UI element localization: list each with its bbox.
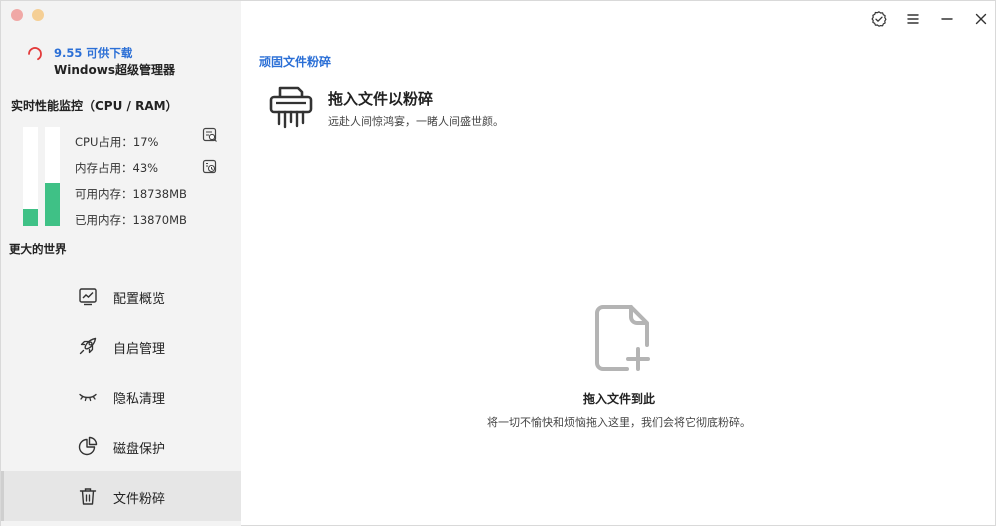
minimize-icon	[941, 18, 953, 20]
trash-icon	[79, 488, 97, 505]
header-description: 远赴人间惊鸿宴，一睹人间盛世颜。	[328, 115, 504, 128]
app-window: 9.55 可供下载 Windows超级管理器 实时性能监控（CPU / RAM）…	[0, 0, 996, 526]
nav-item-startup-manager[interactable]: 自启管理	[1, 321, 241, 371]
nav-item-label: 配置概览	[113, 292, 166, 307]
update-spinner-icon	[28, 47, 42, 61]
menu-button[interactable]	[904, 10, 922, 28]
app-name: Windows超级管理器	[54, 63, 175, 77]
verified-button[interactable]	[870, 10, 888, 28]
pie-icon	[78, 436, 98, 456]
monitor-title: 实时性能监控（CPU / RAM）	[11, 99, 178, 113]
cpu-report-icon[interactable]	[201, 126, 219, 144]
drop-zone-description: 将一切不愉快和烦恼拖入这里，我们会将它彻底粉碎。	[1, 414, 996, 430]
section-title: 顽固文件粉碎	[259, 55, 332, 69]
ram-bar	[45, 127, 60, 226]
window-controls	[11, 9, 44, 21]
cpu-usage-label: CPU占用：17%	[75, 135, 159, 149]
close-button[interactable]	[972, 10, 990, 28]
available-memory-label: 可用内存：18738MB	[75, 187, 187, 201]
verified-icon	[871, 11, 887, 27]
nav-item-file-shredder[interactable]: 文件粉碎	[1, 471, 241, 521]
window-minimize-dot[interactable]	[32, 9, 44, 21]
memory-clean-icon[interactable]	[201, 158, 219, 176]
drop-zone-title: 拖入文件到此	[1, 390, 996, 407]
active-indicator	[1, 471, 4, 521]
nav-item-label: 自启管理	[113, 342, 166, 357]
slogan: 更大的世界	[9, 242, 67, 256]
sidebar: 9.55 可供下载 Windows超级管理器 实时性能监控（CPU / RAM）…	[1, 1, 241, 526]
drop-zone-title-text: 拖入文件到此	[582, 392, 655, 406]
add-file-icon[interactable]	[593, 303, 651, 373]
drop-zone-description-text: 将一切不愉快和烦恼拖入这里，我们会将它彻底粉碎。	[487, 416, 751, 429]
nav-item-label: 文件粉碎	[113, 492, 166, 507]
ram-bar-fill	[45, 183, 60, 226]
header-title: 拖入文件以粉碎	[328, 90, 434, 108]
nav-item-label: 磁盘保护	[113, 442, 166, 457]
close-icon	[975, 13, 987, 25]
cpu-bar-fill	[23, 209, 38, 226]
shredder-icon	[269, 86, 313, 129]
cpu-bar	[23, 127, 38, 226]
chart-icon	[79, 288, 97, 306]
minimize-button[interactable]	[938, 10, 956, 28]
nav-item-config-overview[interactable]: 配置概览	[1, 271, 241, 321]
used-memory-label: 已用内存：13870MB	[75, 213, 187, 227]
menu-icon	[907, 14, 919, 24]
ram-usage-label: 内存占用：43%	[75, 161, 159, 175]
window-close-dot[interactable]	[11, 9, 23, 21]
rocket-icon	[79, 337, 97, 355]
version-label[interactable]: 9.55 可供下载	[54, 45, 132, 61]
